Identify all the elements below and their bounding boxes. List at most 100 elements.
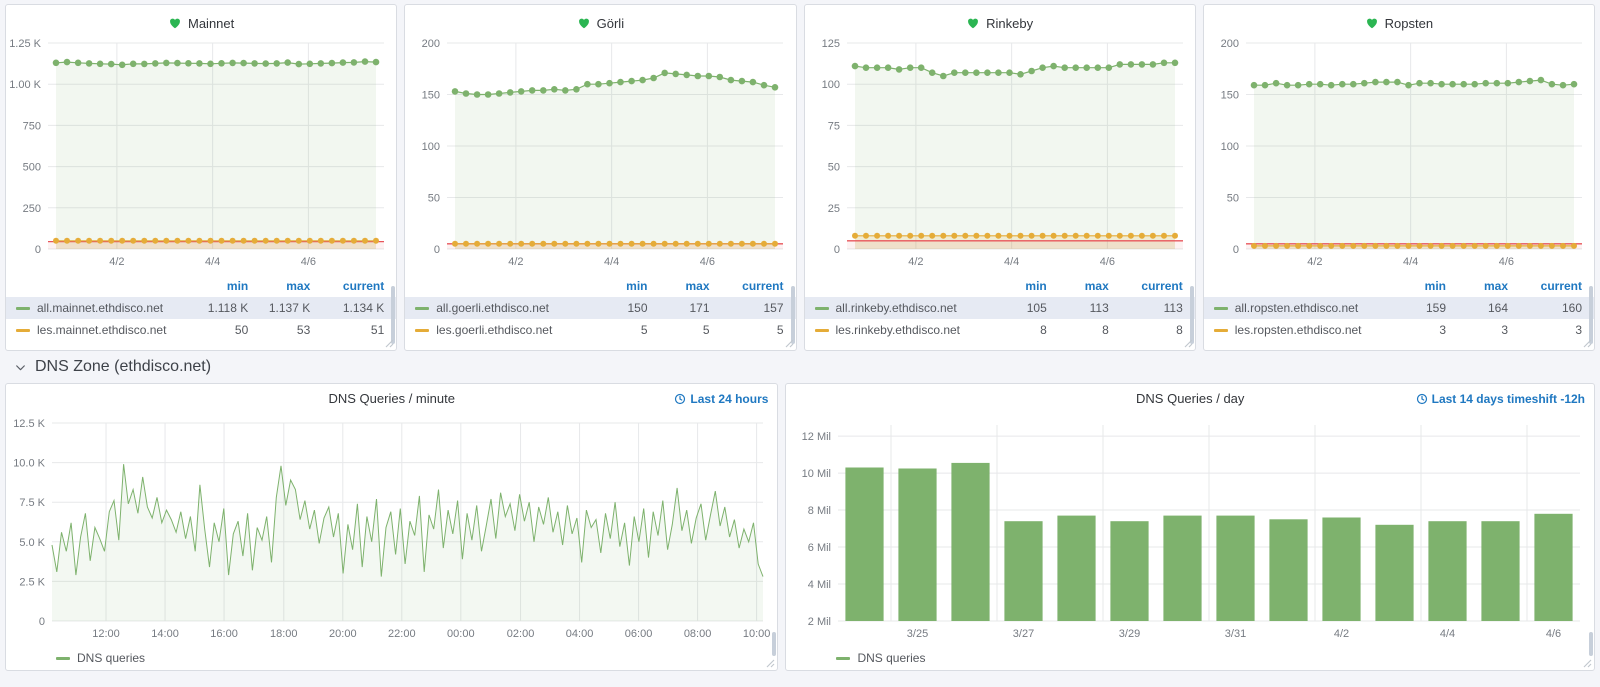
legend-min-value: 5 (582, 323, 648, 337)
resize-corner-icon[interactable] (1582, 658, 1592, 668)
dns-panels-row: DNS Queries / minute Last 24 hours 02.5 … (5, 383, 1595, 671)
series-toggle[interactable]: all.ropsten.ethdisco.net (1214, 301, 1380, 315)
series-toggle[interactable]: les.mainnet.ethdisco.net (16, 323, 182, 337)
legend-max-value: 171 (648, 301, 710, 315)
series-name: all.ropsten.ethdisco.net (1235, 301, 1358, 315)
legend-header-max[interactable]: max (648, 279, 710, 293)
panel-scrollbar[interactable] (1589, 286, 1593, 344)
resize-corner-icon[interactable] (784, 338, 794, 348)
resize-corner-icon[interactable] (1183, 338, 1193, 348)
panel-title-text: Görli (597, 16, 624, 31)
legend-header-min[interactable]: min (582, 279, 648, 293)
panel-scrollbar[interactable] (772, 632, 776, 656)
legend-header-current[interactable]: current (310, 279, 384, 293)
svg-text:75: 75 (827, 120, 839, 132)
dns-day-legend: DNS queries (786, 645, 1594, 671)
legend-min-value: 150 (582, 301, 648, 315)
panel-scrollbar[interactable] (1589, 632, 1593, 656)
legend-row: les.rinkeby.ethdisco.net 8 8 8 (805, 319, 1195, 341)
panel-title-text: Rinkeby (986, 16, 1033, 31)
series-toggle[interactable]: all.goerli.ethdisco.net (415, 301, 581, 315)
legend-header-min[interactable]: min (1380, 279, 1446, 293)
svg-text:100: 100 (821, 79, 839, 91)
legend-header-min[interactable]: min (981, 279, 1047, 293)
health-heart-icon (1365, 16, 1379, 30)
svg-text:100: 100 (1220, 141, 1238, 153)
panel-title-mainnet[interactable]: Mainnet (6, 5, 396, 35)
legend-header-max[interactable]: max (1446, 279, 1508, 293)
goerli-chart[interactable]: 0501001502004/24/44/6 (405, 35, 795, 273)
legend-row: les.ropsten.ethdisco.net 3 3 3 (1204, 319, 1594, 341)
ropsten-chart[interactable]: 0501001502004/24/44/6 (1204, 35, 1594, 273)
svg-text:150: 150 (1220, 90, 1238, 102)
legend-row: all.goerli.ethdisco.net 150 171 157 (405, 297, 795, 319)
mainnet-chart[interactable]: 02505007501.00 K1.25 K4/24/44/6 (6, 35, 396, 273)
panel-title-rinkeby[interactable]: Rinkeby (805, 5, 1195, 35)
legend-header-current[interactable]: current (1508, 279, 1582, 293)
series-name[interactable]: DNS queries (77, 651, 145, 665)
series-toggle[interactable]: les.rinkeby.ethdisco.net (815, 323, 981, 337)
resize-corner-icon[interactable] (1582, 338, 1592, 348)
legend-header-min[interactable]: min (182, 279, 248, 293)
svg-text:3/27: 3/27 (1013, 628, 1034, 640)
resize-corner-icon[interactable] (384, 338, 394, 348)
dns-minute-legend: DNS queries (6, 645, 777, 671)
panel-scrollbar[interactable] (1190, 286, 1194, 344)
network-panels-row: Mainnet 02505007501.00 K1.25 K4/24/44/6 … (5, 4, 1595, 351)
svg-text:150: 150 (422, 90, 440, 102)
legend-header-row: min max current (1204, 275, 1594, 297)
svg-text:4/4: 4/4 (1440, 628, 1455, 640)
svg-text:1.25 K: 1.25 K (9, 38, 41, 50)
series-name[interactable]: DNS queries (857, 651, 925, 665)
svg-text:10 Mil: 10 Mil (802, 468, 831, 480)
svg-text:4/2: 4/2 (1307, 256, 1322, 268)
dns-day-chart[interactable]: 2 Mil4 Mil6 Mil8 Mil10 Mil12 Mil3/253/27… (786, 415, 1594, 645)
legend-current-value: 1.134 K (310, 301, 384, 315)
legend-row: all.rinkeby.ethdisco.net 105 113 113 (805, 297, 1195, 319)
series-toggle[interactable]: les.ropsten.ethdisco.net (1214, 323, 1380, 337)
svg-text:0: 0 (1233, 244, 1239, 256)
legend-max-value: 164 (1446, 301, 1508, 315)
series-toggle[interactable]: les.goerli.ethdisco.net (415, 323, 581, 337)
series-toggle[interactable]: all.mainnet.ethdisco.net (16, 301, 182, 315)
legend-max-value: 8 (1047, 323, 1109, 337)
legend-header-row: min max current (805, 275, 1195, 297)
panel-title-dns-minute[interactable]: DNS Queries / minute (6, 391, 777, 406)
svg-text:3/31: 3/31 (1225, 628, 1246, 640)
section-dns-zone[interactable]: DNS Zone (ethdisco.net) (5, 351, 1595, 383)
panel-scrollbar[interactable] (791, 286, 795, 344)
panel-title-goerli[interactable]: Görli (405, 5, 795, 35)
svg-text:02:00: 02:00 (507, 628, 535, 640)
legend-header-current[interactable]: current (1109, 279, 1183, 293)
panel-dns-minute: DNS Queries / minute Last 24 hours 02.5 … (5, 383, 778, 671)
dns-minute-chart[interactable]: 02.5 K5.0 K7.5 K10.0 K12.5 K12:0014:0016… (6, 415, 777, 645)
svg-text:50: 50 (1227, 193, 1239, 205)
rinkeby-chart[interactable]: 02550751001254/24/44/6 (805, 35, 1195, 273)
svg-text:0: 0 (833, 244, 839, 256)
svg-text:4 Mil: 4 Mil (808, 579, 831, 591)
svg-text:06:00: 06:00 (625, 628, 653, 640)
dns-minute-header: DNS Queries / minute Last 24 hours (6, 384, 777, 415)
svg-text:3/25: 3/25 (907, 628, 928, 640)
legend-header-row: min max current (6, 275, 396, 297)
legend-header-max[interactable]: max (1047, 279, 1109, 293)
legend-header-current[interactable]: current (710, 279, 784, 293)
legend-min-value: 105 (981, 301, 1047, 315)
series-color-dash (836, 657, 850, 660)
svg-text:50: 50 (827, 162, 839, 174)
time-range-link[interactable]: Last 14 days timeshift -12h (1416, 392, 1585, 406)
goerli-legend-table: min max current all.goerli.ethdisco.net … (405, 273, 795, 345)
resize-corner-icon[interactable] (765, 658, 775, 668)
legend-row: all.ropsten.ethdisco.net 159 164 160 (1204, 297, 1594, 319)
legend-row: all.mainnet.ethdisco.net 1.118 K 1.137 K… (6, 297, 396, 319)
chevron-down-icon (14, 361, 27, 374)
svg-text:2.5 K: 2.5 K (19, 576, 45, 588)
health-heart-icon (966, 16, 980, 30)
series-toggle[interactable]: all.rinkeby.ethdisco.net (815, 301, 981, 315)
panel-scrollbar[interactable] (391, 286, 395, 344)
svg-text:250: 250 (23, 203, 41, 215)
time-range-link[interactable]: Last 24 hours (674, 392, 768, 406)
legend-min-value: 50 (182, 323, 248, 337)
panel-title-ropsten[interactable]: Ropsten (1204, 5, 1594, 35)
legend-header-max[interactable]: max (248, 279, 310, 293)
